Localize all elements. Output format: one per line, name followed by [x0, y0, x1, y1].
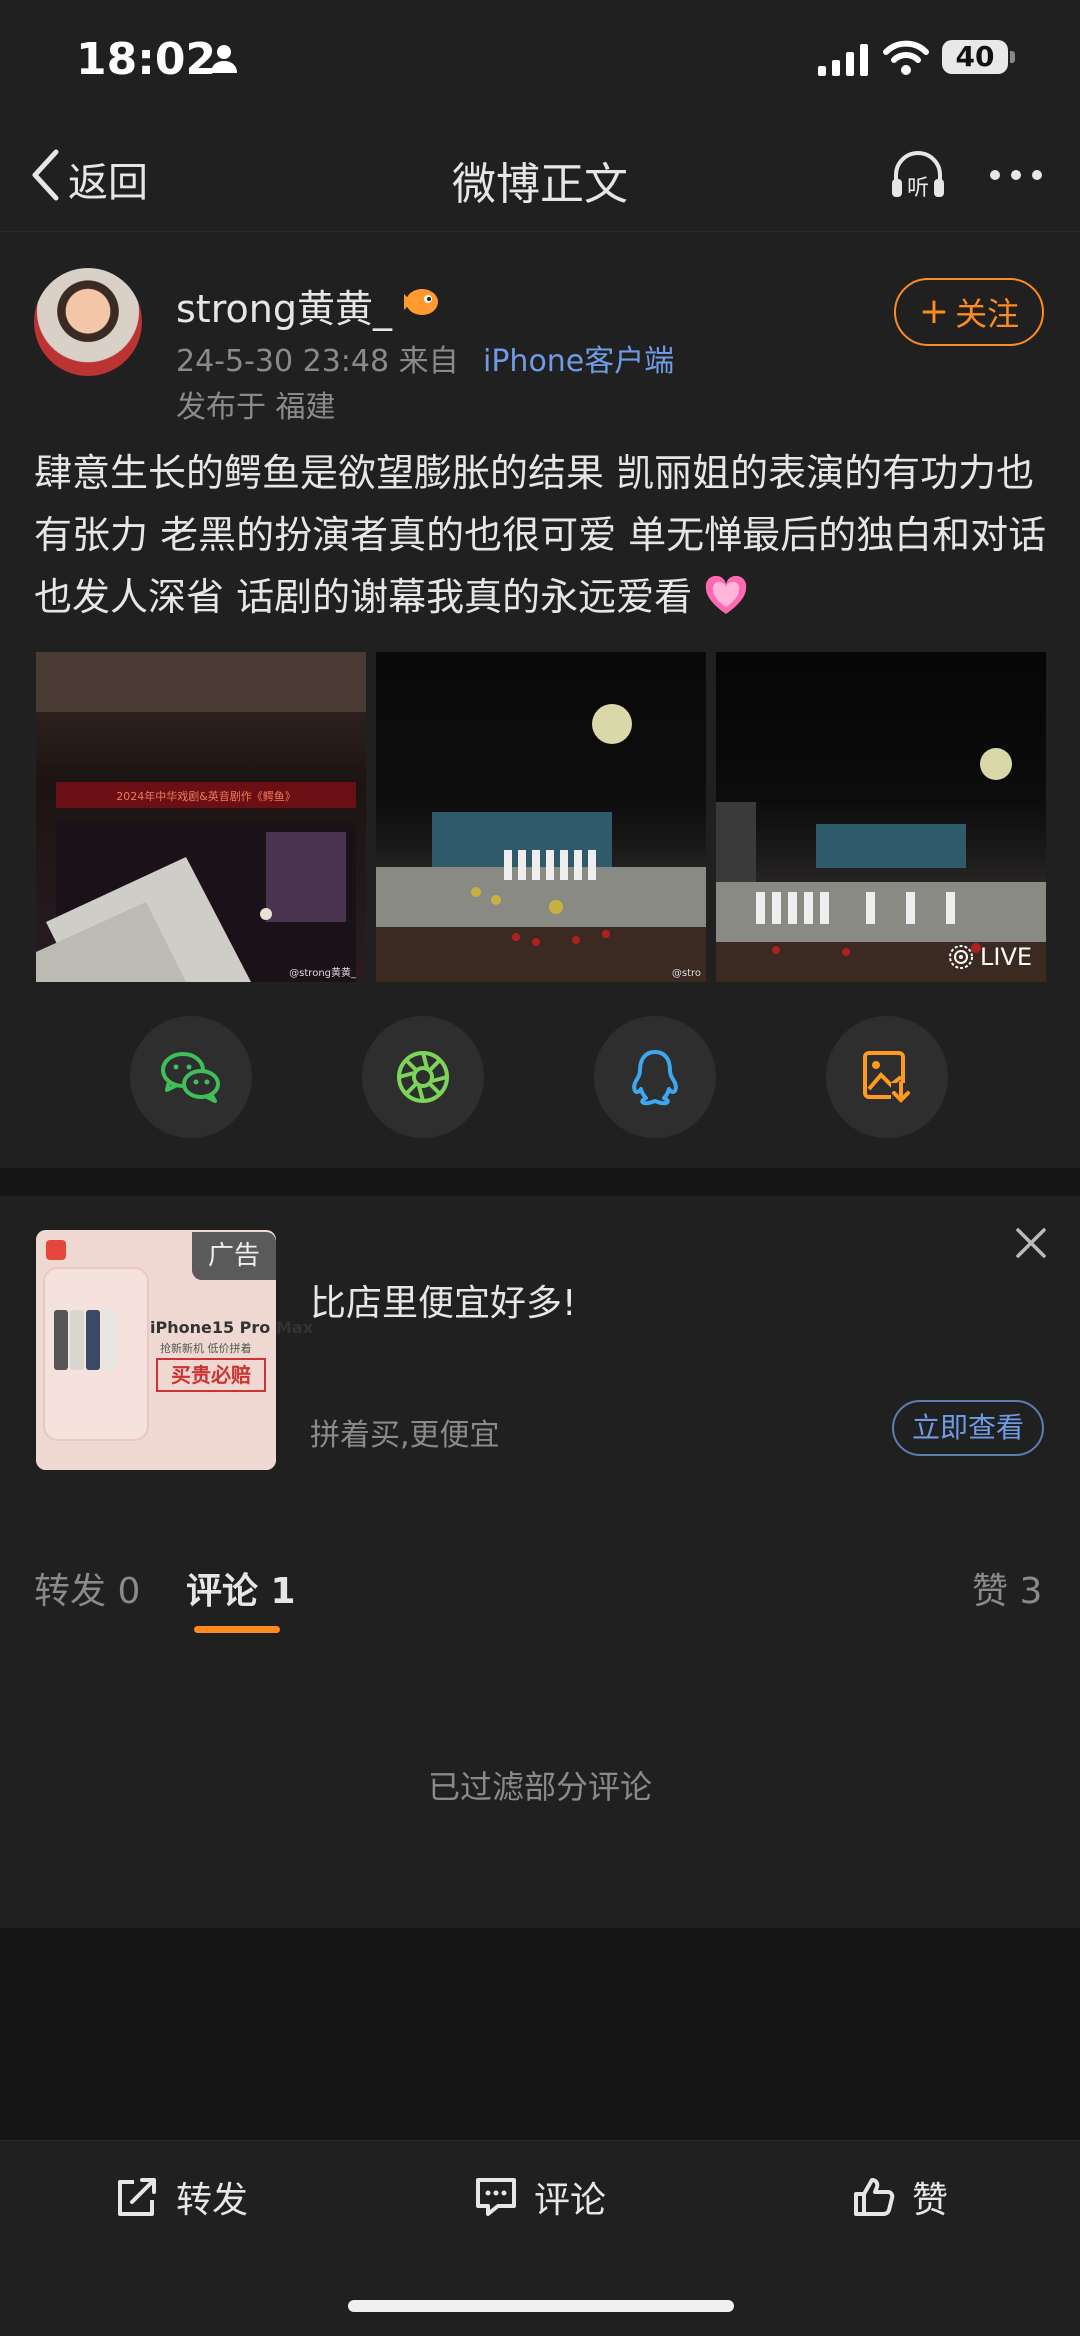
wechat-icon	[161, 1052, 220, 1103]
live-icon	[949, 945, 973, 969]
ad-product-sub: 抢新新机 低价拼着	[160, 1342, 252, 1355]
post-time-value: 24-5-30 23:48	[176, 344, 390, 379]
tab-repost[interactable]: 转发 0	[34, 1562, 140, 1614]
photo-1-watermark: @strong黄黄_	[289, 966, 357, 979]
photo-1-scene: 2024年中华戏剧&英音剧作《鳄鱼》 @strong黄黄_	[36, 652, 366, 982]
post-location: 发布于 福建	[176, 390, 336, 425]
status-time: 18:02	[76, 34, 217, 85]
close-icon[interactable]	[1014, 1226, 1048, 1260]
home-indicator[interactable]	[348, 2300, 734, 2312]
listen-label: 听	[907, 176, 929, 201]
tab-comment[interactable]: 评论 1	[186, 1562, 296, 1614]
wifi-icon	[883, 40, 929, 75]
ad-product-name: iPhone15 Pro Max	[150, 1318, 313, 1337]
ad-view-button[interactable]: 立即查看	[892, 1400, 1044, 1456]
source-link[interactable]: iPhone客户端	[483, 336, 674, 380]
like-button[interactable]: 赞	[852, 2170, 948, 2224]
tabs-bar	[0, 1530, 1080, 1654]
more-icon[interactable]	[988, 168, 1044, 182]
username[interactable]: strong黄黄_	[176, 278, 392, 333]
fish-badge-icon	[404, 289, 438, 315]
share-qq-button[interactable]	[594, 1016, 716, 1138]
follow-label: 关注	[955, 295, 1020, 333]
live-badge: LIVE	[948, 938, 1032, 976]
post-body: 肆意生长的鳄鱼是欲望膨胀的结果 凯丽姐的表演的有功力也有张力 老黑的扮演者真的也…	[34, 451, 1047, 619]
comment-icon	[476, 2178, 516, 2216]
share-wechat-button[interactable]	[130, 1016, 252, 1138]
repost-icon	[118, 2178, 156, 2216]
listen-headphone-icon[interactable]: 听	[888, 145, 948, 205]
back-button[interactable]: 返回	[68, 150, 148, 208]
back-chevron-icon[interactable]	[30, 148, 60, 202]
source-prefix: 来自	[398, 344, 459, 379]
comment-button[interactable]: 评论	[474, 2170, 606, 2224]
live-label: LIVE	[980, 943, 1033, 971]
like-label: 赞	[912, 2180, 949, 2221]
save-image-button[interactable]	[826, 1016, 948, 1138]
post-text: 肆意生长的鳄鱼是欲望膨胀的结果 凯丽姐的表演的有功力也有张力 老黑的扮演者真的也…	[34, 442, 1054, 628]
battery-indicator: 40	[942, 40, 1008, 74]
tab-like[interactable]: 赞 3	[972, 1562, 1042, 1614]
filtered-comments-note: 已过滤部分评论	[427, 1768, 652, 1806]
save-image-icon	[863, 1051, 911, 1103]
post-time: 24-5-30 23:48 来自	[176, 336, 459, 380]
repost-button[interactable]: 转发	[114, 2170, 248, 2224]
active-tab-indicator	[194, 1626, 280, 1633]
ad-stamp: 买贵必赔	[156, 1358, 266, 1392]
thumbs-up-icon	[854, 2178, 895, 2216]
signal-icon	[818, 44, 868, 76]
follow-button[interactable]: + 关注	[894, 278, 1044, 346]
post-photo-2[interactable]: @stro	[376, 652, 706, 982]
ad-tag: 广告	[192, 1232, 276, 1280]
photo-2-watermark: @stro	[672, 968, 701, 979]
photo-3-scene	[716, 748, 1046, 982]
comment-label: 评论	[534, 2180, 607, 2221]
battery-tip	[1010, 51, 1015, 63]
moments-icon	[397, 1051, 449, 1103]
pink-heart-icon	[705, 576, 747, 614]
post-photo-1[interactable]: 2024年中华戏剧&英音剧作《鳄鱼》 @strong黄黄_	[36, 652, 366, 982]
stage-banner-text: 2024年中华戏剧&英音剧作《鳄鱼》	[116, 789, 296, 803]
repost-label: 转发	[176, 2180, 249, 2221]
plus-icon: +	[918, 291, 950, 332]
qq-icon	[632, 1050, 678, 1106]
ad-subtitle: 拼着买,更便宜	[310, 1418, 500, 1453]
post-photo-3[interactable]	[716, 652, 1046, 982]
share-moments-button[interactable]	[362, 1016, 484, 1138]
ad-title[interactable]: 比店里便宜好多!	[310, 1274, 576, 1326]
person-icon	[211, 45, 237, 73]
avatar[interactable]	[34, 268, 142, 376]
photo-2-scene: @stro	[376, 704, 706, 982]
